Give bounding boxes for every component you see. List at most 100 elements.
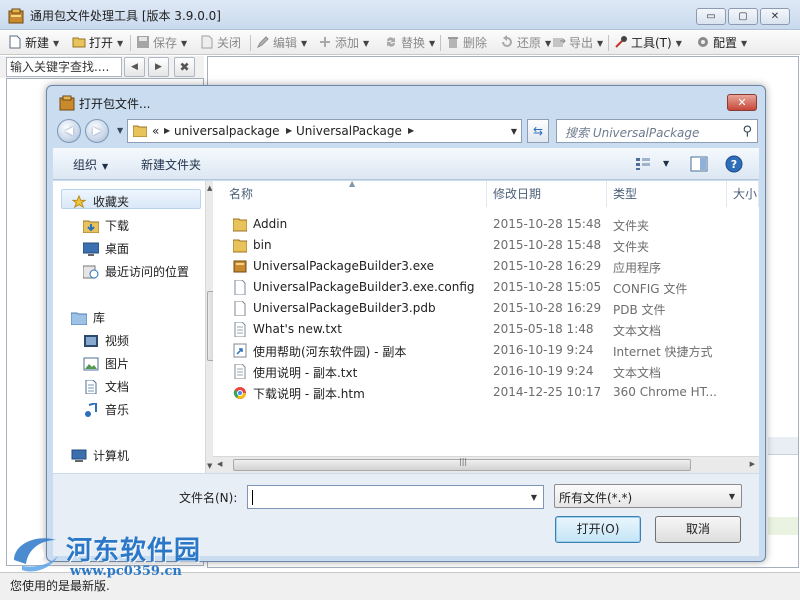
view-options-icon[interactable] — [635, 157, 651, 171]
file-name: 使用说明 - 副本.txt — [253, 366, 358, 380]
scroll-up-icon[interactable]: ▲ — [207, 184, 212, 192]
tools-menu-button[interactable]: 工具(T) ▼ — [614, 34, 682, 52]
back-button[interactable]: ◀ — [57, 119, 81, 143]
file-row[interactable]: bin 2015-10-28 15:48 文件夹 — [213, 235, 759, 256]
file-name: UniversalPackageBuilder3.exe — [253, 259, 434, 273]
dialog-close-button[interactable]: ✕ — [727, 94, 757, 111]
minimize-button[interactable]: ▭ — [696, 8, 726, 25]
breadcrumb-item[interactable]: universalpackage — [174, 124, 280, 138]
close-file-button[interactable]: 关闭 — [200, 34, 241, 52]
chevron-down-icon: ▼ — [728, 492, 735, 501]
scrollbar-thumb[interactable]: ||| — [233, 457, 691, 471]
file-modified-date: 2016-10-19 9:24 — [493, 364, 594, 378]
refresh-button[interactable]: ⇆ — [527, 119, 549, 143]
nav-item-documents[interactable]: 文档 — [83, 378, 129, 395]
nav-item-pictures[interactable]: 图片 — [83, 355, 129, 372]
export-button[interactable]: 导出 ▼ — [552, 34, 603, 52]
file-row[interactable]: UniversalPackageBuilder3.exe.config 2015-… — [213, 277, 759, 298]
column-header-size[interactable]: 大小 — [727, 181, 759, 207]
edit-button[interactable]: 编辑 ▼ — [256, 34, 307, 52]
file-row[interactable]: UniversalPackageBuilder3.pdb 2015-10-28 1… — [213, 298, 759, 319]
add-button[interactable]: 添加 ▼ — [318, 34, 369, 52]
search-icon: ⚲ — [742, 124, 752, 139]
arrow-left-icon: ◀ — [64, 124, 74, 137]
toolbar-divider — [130, 35, 131, 51]
list-item — [768, 517, 798, 535]
search-prev-button[interactable]: ◀ — [124, 57, 145, 77]
file-type-filter-select[interactable]: 所有文件(*.*) ▼ — [554, 484, 742, 508]
chevron-down-icon: ▼ — [53, 39, 60, 48]
open-button[interactable]: 打开 ▼ — [72, 34, 123, 52]
new-folder-button[interactable]: 新建文件夹 — [141, 156, 201, 173]
maximize-button[interactable]: ▢ — [728, 8, 758, 25]
nav-favorites[interactable]: 收藏夹 — [71, 193, 129, 210]
file-modified-date: 2015-10-28 16:29 — [493, 259, 602, 273]
file-row[interactable]: Addin 2015-10-28 15:48 文件夹 — [213, 214, 759, 235]
nav-item-videos[interactable]: 视频 — [83, 332, 129, 349]
file-modified-date: 2015-10-28 15:48 — [493, 217, 602, 231]
config-menu-button[interactable]: 配置 ▼ — [696, 34, 747, 52]
address-bar[interactable]: « ▶ universalpackage ▶ UniversalPackage … — [127, 119, 522, 143]
column-header-date[interactable]: 修改日期 — [487, 181, 607, 207]
file-type: 360 Chrome HT... — [613, 385, 717, 399]
save-icon — [137, 36, 149, 48]
horizontal-scrollbar[interactable]: ◀ ||| ▶ — [213, 456, 759, 473]
file-icon — [234, 301, 246, 316]
watermark-text: 河东软件园 — [66, 536, 202, 566]
cancel-button[interactable]: 取消 — [655, 516, 741, 543]
nav-computer[interactable]: 计算机 — [71, 447, 129, 464]
chevron-down-icon[interactable]: ▼ — [663, 159, 669, 168]
breadcrumb-separator-icon[interactable]: ▶ — [286, 126, 292, 135]
scroll-left-icon[interactable]: ◀ — [217, 460, 222, 468]
nav-item-recent[interactable]: 最近访问的位置 — [83, 263, 189, 280]
file-row[interactable]: UniversalPackageBuilder3.exe 2015-10-28 1… — [213, 256, 759, 277]
keyword-search-input[interactable]: 输入关键字查找.... — [6, 57, 122, 77]
picture-icon — [83, 357, 99, 371]
restore-button[interactable]: 还原 ▼ — [500, 34, 551, 52]
file-row[interactable]: What's new.txt 2015-05-18 1:48 文本文档 — [213, 319, 759, 340]
search-next-button[interactable]: ▶ — [148, 57, 169, 77]
forward-button[interactable]: ▶ — [85, 119, 109, 143]
open-button[interactable]: 打开(O) — [555, 516, 641, 543]
organize-menu-button[interactable]: 组织 ▼ — [73, 156, 108, 173]
file-name: UniversalPackageBuilder3.exe.config — [253, 280, 475, 294]
nav-item-music[interactable]: 音乐 — [83, 401, 129, 418]
file-row[interactable]: 下载说明 - 副本.htm 2014-12-25 10:17 360 Chrome … — [213, 382, 759, 403]
nav-item-desktop[interactable]: 桌面 — [83, 240, 129, 257]
new-button[interactable]: 新建 ▼ — [8, 34, 59, 52]
recent-locations-dropdown[interactable]: ▼ — [117, 126, 123, 135]
shortcut-icon — [233, 343, 247, 358]
help-icon[interactable]: ? — [725, 155, 743, 173]
text-file-icon — [234, 322, 246, 337]
scroll-right-icon[interactable]: ▶ — [750, 460, 755, 468]
scroll-down-icon[interactable]: ▼ — [207, 462, 212, 470]
close-window-button[interactable]: ✕ — [760, 8, 790, 25]
save-button[interactable]: 保存 ▼ — [136, 34, 187, 52]
file-modified-date: 2015-10-28 16:29 — [493, 301, 602, 315]
preview-pane-icon[interactable] — [690, 156, 708, 172]
file-type-filter-value: 所有文件(*.*) — [559, 491, 633, 505]
text-caret — [252, 490, 253, 505]
nav-item-downloads[interactable]: 下载 — [83, 217, 129, 234]
chevron-down-icon[interactable]: ▼ — [531, 493, 537, 502]
breadcrumb-item[interactable]: UniversalPackage — [296, 124, 402, 138]
search-clear-button[interactable]: ✖ — [174, 57, 195, 77]
breadcrumb-overflow[interactable]: « — [152, 124, 159, 138]
file-row[interactable]: 使用说明 - 副本.txt 2016-10-19 9:24 文本文档 — [213, 361, 759, 382]
breadcrumb-separator-icon[interactable]: ▶ — [408, 126, 414, 135]
delete-button[interactable]: 删除 — [446, 34, 487, 52]
nav-libraries[interactable]: 库 — [71, 309, 105, 326]
dialog-title: 打开包文件... — [79, 97, 151, 111]
browser-file-icon — [233, 387, 246, 399]
folder-search-input[interactable]: 搜索 UniversalPackage ⚲ — [556, 119, 758, 143]
watermark-url: www.pc0359.cn — [70, 564, 182, 579]
gear-icon — [698, 37, 708, 47]
main-title-bar: 通用包文件处理工具 [版本 3.9.0.0] ▭ ▢ ✕ — [0, 0, 800, 30]
filename-label: 文件名(N): — [179, 491, 238, 505]
breadcrumb-separator-icon[interactable]: ▶ — [164, 126, 170, 135]
chevron-down-icon[interactable]: ▼ — [511, 127, 517, 136]
file-row[interactable]: 使用帮助(河东软件园) - 副本 2016-10-19 9:24 Internet … — [213, 340, 759, 361]
filename-input[interactable]: ▼ — [247, 485, 544, 509]
column-header-type[interactable]: 类型 — [607, 181, 727, 207]
replace-button[interactable]: 替换 ▼ — [384, 34, 435, 52]
